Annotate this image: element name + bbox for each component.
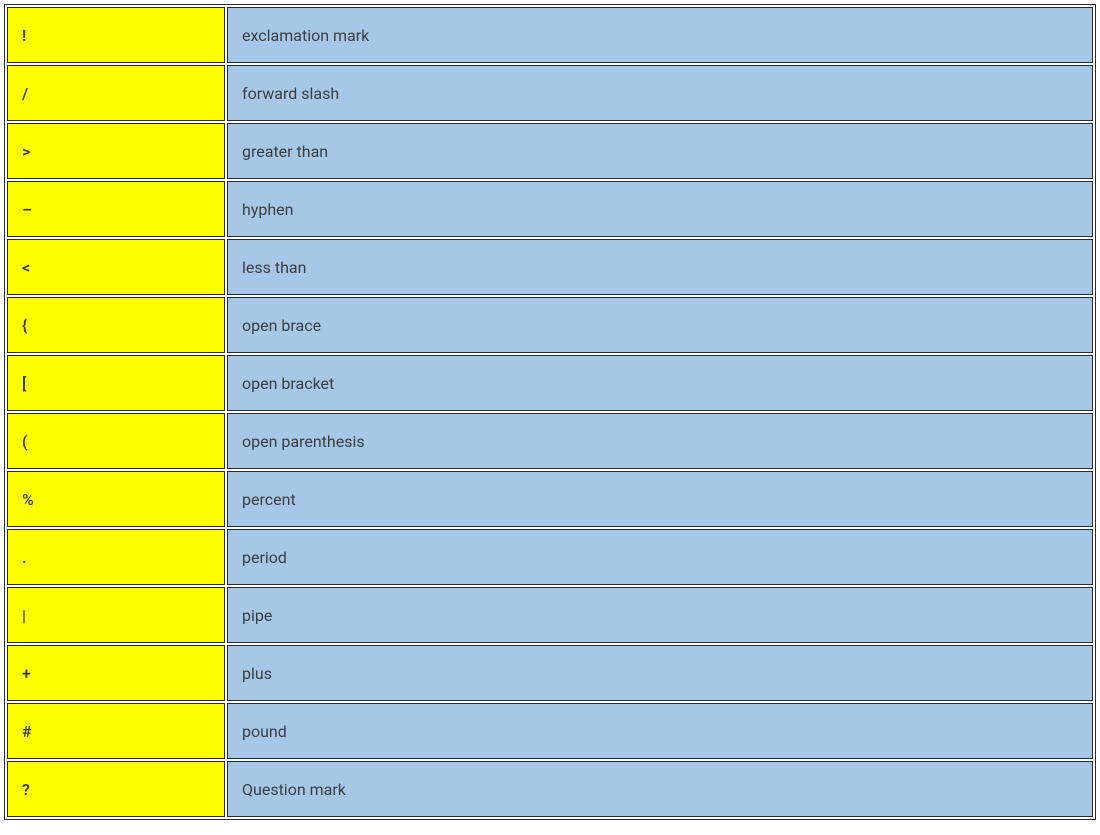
- symbol-cell: |: [7, 587, 225, 643]
- symbol-cell: .: [7, 529, 225, 585]
- name-cell: forward slash: [227, 65, 1093, 121]
- symbol-cell: (: [7, 413, 225, 469]
- name-cell: pipe: [227, 587, 1093, 643]
- table-row: ? Question mark: [7, 761, 1093, 817]
- name-cell: hyphen: [227, 181, 1093, 237]
- symbol-cell: %: [7, 471, 225, 527]
- symbol-cell: {: [7, 297, 225, 353]
- symbol-cell: <: [7, 239, 225, 295]
- name-cell: pound: [227, 703, 1093, 759]
- table-row: . period: [7, 529, 1093, 585]
- name-cell: less than: [227, 239, 1093, 295]
- name-cell: percent: [227, 471, 1093, 527]
- name-cell: open brace: [227, 297, 1093, 353]
- symbol-cell: ?: [7, 761, 225, 817]
- symbol-cell: [: [7, 355, 225, 411]
- name-cell: plus: [227, 645, 1093, 701]
- table-row: [ open bracket: [7, 355, 1093, 411]
- symbol-cell: +: [7, 645, 225, 701]
- name-cell: open parenthesis: [227, 413, 1093, 469]
- table-row: – hyphen: [7, 181, 1093, 237]
- name-cell: open bracket: [227, 355, 1093, 411]
- name-cell: Question mark: [227, 761, 1093, 817]
- symbol-cell: #: [7, 703, 225, 759]
- symbol-cell: /: [7, 65, 225, 121]
- table-row: % percent: [7, 471, 1093, 527]
- table-row: / forward slash: [7, 65, 1093, 121]
- symbol-cell: !: [7, 7, 225, 63]
- table-row: | pipe: [7, 587, 1093, 643]
- name-cell: greater than: [227, 123, 1093, 179]
- table-row: + plus: [7, 645, 1093, 701]
- name-cell: period: [227, 529, 1093, 585]
- table-row: # pound: [7, 703, 1093, 759]
- table-row: { open brace: [7, 297, 1093, 353]
- table-row: ! exclamation mark: [7, 7, 1093, 63]
- table-row: < less than: [7, 239, 1093, 295]
- name-cell: exclamation mark: [227, 7, 1093, 63]
- symbol-cell: –: [7, 181, 225, 237]
- table-row: > greater than: [7, 123, 1093, 179]
- symbol-cell: >: [7, 123, 225, 179]
- table-row: ( open parenthesis: [7, 413, 1093, 469]
- symbol-reference-table: ! exclamation mark / forward slash > gre…: [4, 4, 1096, 820]
